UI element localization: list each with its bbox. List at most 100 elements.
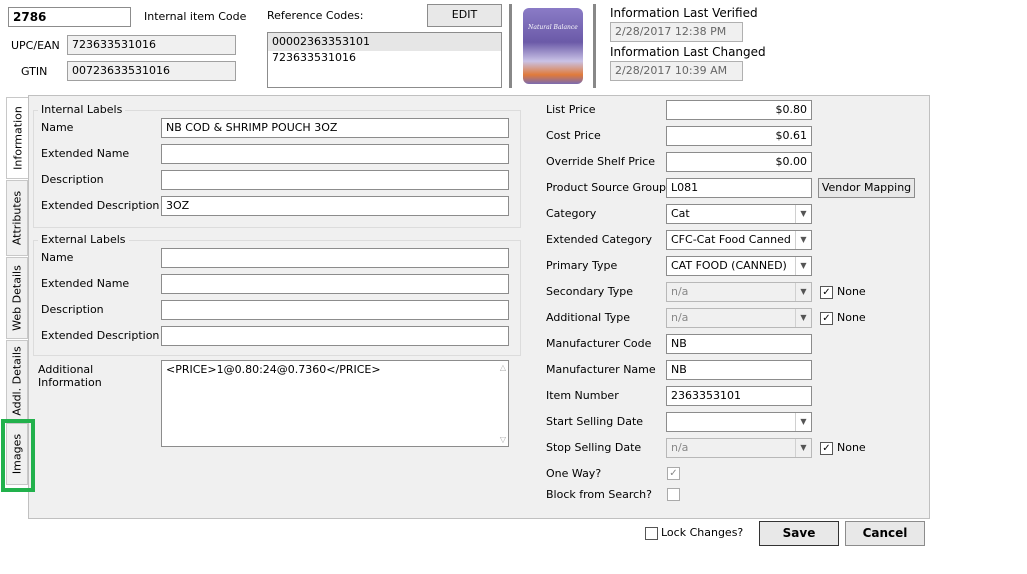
ext-category-label: Extended Category — [546, 233, 652, 246]
external-labels-title: External Labels — [38, 233, 129, 247]
info-verified-label: Information Last Verified — [610, 6, 758, 20]
vendor-mapping-button[interactable]: Vendor Mapping — [818, 178, 915, 198]
lock-changes-label: Lock Changes? — [661, 526, 744, 539]
external-ext-desc-field[interactable] — [161, 326, 509, 346]
item-id-field[interactable]: 2786 — [8, 7, 131, 27]
list-price-label: List Price — [546, 103, 596, 116]
tab-label: Addl. Details — [10, 346, 24, 416]
ext-category-value: CFC-Cat Food Canned — [671, 233, 791, 246]
chevron-down-icon[interactable]: ▼ — [795, 205, 811, 223]
psg-field[interactable]: L081 — [666, 178, 812, 198]
block-search-label: Block from Search? — [546, 488, 652, 501]
internal-desc-label: Description — [41, 173, 104, 186]
internal-name-field[interactable]: NB COD & SHRIMP POUCH 3OZ — [161, 118, 509, 138]
tab-label: Web Details — [10, 265, 24, 331]
one-way-label: One Way? — [546, 467, 602, 480]
ext-category-select[interactable]: CFC-Cat Food Canned ▼ — [666, 230, 812, 250]
chevron-down-icon[interactable]: ▼ — [795, 309, 811, 327]
tab-web-details[interactable]: Web Details — [6, 257, 28, 339]
internal-labels-title: Internal Labels — [38, 103, 126, 117]
lock-changes-checkbox[interactable] — [645, 527, 658, 540]
gtin-field[interactable]: 00723633531016 — [67, 61, 236, 81]
chevron-down-icon[interactable]: ▼ — [795, 439, 811, 457]
chevron-down-icon[interactable]: ▼ — [795, 231, 811, 249]
tab-addl-details[interactable]: Addl. Details — [6, 340, 28, 422]
list-item[interactable]: 00002363353101 — [268, 33, 501, 51]
secondary-type-select[interactable]: n/a ▼ — [666, 282, 812, 302]
info-verified-field: 2/28/2017 12:38 PM — [610, 22, 743, 42]
list-price-field[interactable]: $0.80 — [666, 100, 812, 120]
start-selling-label: Start Selling Date — [546, 415, 644, 428]
override-price-field[interactable]: $0.00 — [666, 152, 812, 172]
chevron-down-icon[interactable]: ▼ — [795, 257, 811, 275]
secondary-type-none-checkbox[interactable]: ✓ — [820, 286, 833, 299]
chevron-down-icon[interactable]: ▼ — [795, 283, 811, 301]
upc-label: UPC/EAN — [11, 39, 60, 52]
additional-type-none-label: None — [837, 311, 866, 324]
primary-type-label: Primary Type — [546, 259, 618, 272]
tab-label: Information — [11, 106, 24, 170]
product-brand-text: Natural Balance — [528, 24, 578, 31]
scroll-down-icon[interactable]: ▽ — [500, 435, 506, 444]
external-name-field[interactable] — [161, 248, 509, 268]
images-tab-highlight — [1, 419, 35, 492]
mfr-code-field[interactable]: NB — [666, 334, 812, 354]
additional-type-none-checkbox[interactable]: ✓ — [820, 312, 833, 325]
secondary-type-none-label: None — [837, 285, 866, 298]
mfr-name-field[interactable]: NB — [666, 360, 812, 380]
tab-attributes[interactable]: Attributes — [6, 180, 28, 256]
external-ext-name-field[interactable] — [161, 274, 509, 294]
stop-selling-label: Stop Selling Date — [546, 441, 642, 454]
additional-info-textarea[interactable]: <PRICE>1@0.80:24@0.7360</PRICE> △ ▽ — [161, 360, 509, 447]
additional-info-text: <PRICE>1@0.80:24@0.7360</PRICE> — [166, 363, 381, 376]
external-name-label: Name — [41, 251, 74, 264]
internal-item-code-label: Internal item Code — [144, 10, 247, 23]
stop-selling-none-checkbox[interactable]: ✓ — [820, 442, 833, 455]
external-ext-desc-label: Extended Description — [41, 329, 160, 342]
cancel-button[interactable]: Cancel — [845, 521, 925, 546]
cost-price-label: Cost Price — [546, 129, 601, 142]
primary-type-value: CAT FOOD (CANNED) — [671, 259, 787, 272]
additional-info-label-1: Additional — [38, 363, 94, 376]
cost-price-field[interactable]: $0.61 — [666, 126, 812, 146]
internal-name-label: Name — [41, 121, 74, 134]
secondary-type-label: Secondary Type — [546, 285, 634, 298]
chevron-down-icon[interactable]: ▼ — [795, 413, 811, 431]
external-ext-name-label: Extended Name — [41, 277, 130, 290]
product-image[interactable]: Natural Balance — [523, 8, 583, 84]
additional-type-select[interactable]: n/a ▼ — [666, 308, 812, 328]
item-number-field[interactable]: 2363353101 — [666, 386, 812, 406]
tab-label: Attributes — [10, 190, 24, 246]
block-search-checkbox[interactable] — [667, 488, 680, 501]
upc-field[interactable]: 723633531016 — [67, 35, 236, 55]
internal-ext-name-field[interactable] — [161, 144, 509, 164]
tab-information[interactable]: Information — [6, 97, 28, 179]
list-item[interactable]: 723633531016 — [268, 51, 501, 65]
gtin-label: GTIN — [21, 65, 48, 78]
override-price-label: Override Shelf Price — [546, 155, 656, 168]
mfr-code-label: Manufacturer Code — [546, 337, 652, 350]
edit-button[interactable]: EDIT — [427, 4, 502, 27]
additional-info-label-2: Information — [38, 376, 102, 389]
reference-codes-list[interactable]: 00002363353101 723633531016 — [267, 32, 502, 88]
external-desc-label: Description — [41, 303, 104, 316]
internal-desc-field[interactable] — [161, 170, 509, 190]
internal-ext-desc-field[interactable]: 3OZ — [161, 196, 509, 216]
reference-codes-label: Reference Codes: — [267, 9, 364, 22]
item-number-label: Item Number — [546, 389, 619, 402]
info-changed-label: Information Last Changed — [610, 45, 766, 59]
one-way-checkbox[interactable]: ✓ — [667, 467, 680, 480]
primary-type-select[interactable]: CAT FOOD (CANNED) ▼ — [666, 256, 812, 276]
internal-ext-name-label: Extended Name — [41, 147, 130, 160]
mfr-name-label: Manufacturer Name — [546, 363, 656, 376]
category-select[interactable]: Cat ▼ — [666, 204, 812, 224]
save-button[interactable]: Save — [759, 521, 839, 546]
external-desc-field[interactable] — [161, 300, 509, 320]
internal-ext-desc-label: Extended Description — [41, 199, 160, 212]
category-label: Category — [546, 207, 597, 220]
start-selling-select[interactable]: ▼ — [666, 412, 812, 432]
scroll-up-icon[interactable]: △ — [500, 363, 506, 372]
stop-selling-none-label: None — [837, 441, 866, 454]
category-value: Cat — [671, 207, 690, 220]
stop-selling-select[interactable]: n/a ▼ — [666, 438, 812, 458]
